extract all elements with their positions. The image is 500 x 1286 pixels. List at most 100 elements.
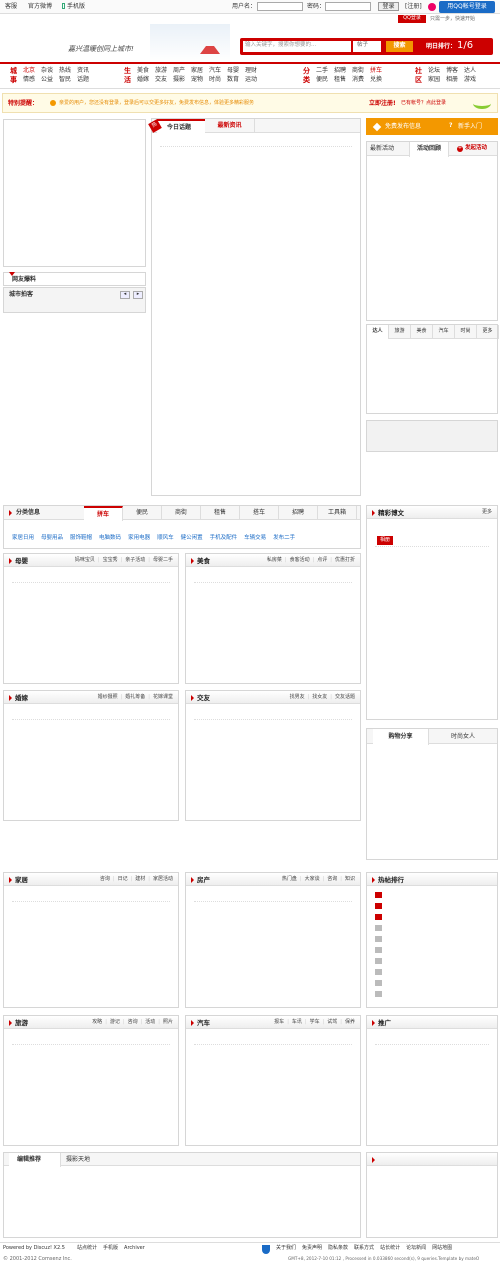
- nav-item[interactable]: 交友: [155, 77, 167, 83]
- panel-link[interactable]: 建材: [135, 876, 145, 882]
- qq-login-button[interactable]: 用QQ帐号登录: [439, 1, 495, 13]
- panel-link[interactable]: 咨询: [327, 876, 337, 882]
- panel-link[interactable]: 游记: [110, 1019, 120, 1025]
- panel-link[interactable]: 妈咪宝贝: [75, 557, 95, 563]
- panel-link[interactable]: 私房菜: [267, 557, 282, 563]
- nav-item[interactable]: 宠物: [191, 77, 203, 83]
- tab-activity-review[interactable]: 活动回顾: [409, 142, 449, 157]
- panel-link[interactable]: 攻略: [92, 1019, 102, 1025]
- search-input[interactable]: 输入关键字，搜索你想要的...: [243, 41, 351, 52]
- register-link[interactable]: [注册]: [405, 4, 422, 10]
- footer-link[interactable]: 论坛新闻: [406, 1245, 426, 1251]
- nav-item[interactable]: 理财: [245, 68, 257, 74]
- nav-item[interactable]: 杂谈: [41, 68, 53, 74]
- nav-item[interactable]: 婚嫁: [137, 77, 149, 83]
- people-tab[interactable]: 达人: [367, 325, 389, 339]
- panel-link[interactable]: 点评: [317, 557, 327, 563]
- panel-link[interactable]: 找男友: [290, 694, 305, 700]
- topbar-link-weibo[interactable]: 官方微博: [28, 4, 52, 10]
- start-activity-link[interactable]: 发起活动: [465, 145, 487, 152]
- panel-link[interactable]: 学车: [310, 1019, 320, 1025]
- panel-link[interactable]: 报车: [274, 1019, 284, 1025]
- qq-badge[interactable]: QQ登录: [398, 15, 426, 23]
- classify-category[interactable]: 发布二手: [273, 535, 295, 541]
- classify-category[interactable]: 母婴用品: [41, 535, 63, 541]
- publish-button[interactable]: 免费发布信息 ? 新手入门: [366, 118, 498, 135]
- panel-link[interactable]: 亲子活动: [125, 557, 145, 563]
- password-input[interactable]: [325, 2, 371, 11]
- nav-item[interactable]: 拼车: [370, 68, 382, 74]
- newbie-label[interactable]: 新手入门: [458, 124, 482, 130]
- jingcai-tag[interactable]: 相册: [377, 536, 394, 545]
- tab-editor-recommend[interactable]: 编辑推荐: [9, 1153, 61, 1167]
- nav-item[interactable]: 美食: [137, 68, 149, 74]
- login-button[interactable]: 登录: [378, 2, 399, 11]
- classify-category[interactable]: 家用电器: [128, 535, 150, 541]
- panel-link[interactable]: 日记: [118, 876, 128, 882]
- nav-item[interactable]: 二手: [316, 68, 328, 74]
- people-tab[interactable]: 旅游: [389, 325, 411, 339]
- classify-tab[interactable]: 商街: [162, 506, 201, 520]
- footer-link[interactable]: 隐私条款: [328, 1245, 348, 1251]
- classify-category[interactable]: 服饰鞋帽: [70, 535, 92, 541]
- nav-item[interactable]: 游戏: [464, 77, 476, 83]
- classify-category[interactable]: 健公闲置: [181, 535, 203, 541]
- nav-item[interactable]: 家居: [191, 68, 203, 74]
- nav-item[interactable]: 北京: [23, 68, 35, 74]
- footer-link[interactable]: 关于我们: [276, 1245, 296, 1251]
- login-link[interactable]: 已有帐号？点此登录: [401, 101, 446, 106]
- people-tab[interactable]: 美食: [411, 325, 433, 339]
- nav-item[interactable]: 家园: [428, 77, 440, 83]
- classify-category[interactable]: 电脑数码: [99, 535, 121, 541]
- jingcai-more-link[interactable]: 更多: [482, 510, 492, 515]
- topbar-link-service[interactable]: 客服: [5, 4, 17, 10]
- footer-link[interactable]: 免责声明: [302, 1245, 322, 1251]
- footer-link[interactable]: Archiver: [124, 1245, 145, 1251]
- panel-link[interactable]: 食客活动: [290, 557, 310, 563]
- search-type-select[interactable]: 帖子: [353, 41, 381, 52]
- panel-link[interactable]: 活动: [145, 1019, 155, 1025]
- classify-tab[interactable]: 工具箱: [318, 506, 357, 520]
- classify-tab[interactable]: 租售: [201, 506, 240, 520]
- classify-category[interactable]: 顺风车: [157, 535, 174, 541]
- username-input[interactable]: [257, 2, 303, 11]
- prev-arrow-icon[interactable]: ◂: [120, 291, 130, 299]
- panel-link[interactable]: 母婴二手: [153, 557, 173, 563]
- panel-link[interactable]: 大家谈: [305, 876, 320, 882]
- classify-tab[interactable]: 搭车: [240, 506, 279, 520]
- people-tab[interactable]: 时尚: [455, 325, 477, 339]
- nav-item[interactable]: 商街: [352, 68, 364, 74]
- nav-item[interactable]: 资讯: [77, 68, 89, 74]
- panel-link[interactable]: 交友话题: [335, 694, 355, 700]
- nav-item[interactable]: 智民: [59, 77, 71, 83]
- classify-tab[interactable]: 招聘: [279, 506, 318, 520]
- tab-photography[interactable]: 摄影天地: [66, 1157, 90, 1163]
- topbar-link-mobile[interactable]: 手机版: [67, 4, 85, 10]
- register-now-link[interactable]: 立即注册!: [369, 101, 396, 107]
- nav-item[interactable]: 博客: [446, 68, 458, 74]
- panel-link[interactable]: 宝宝秀: [103, 557, 118, 563]
- nav-item[interactable]: 达人: [464, 68, 476, 74]
- panel-link[interactable]: 咨询: [128, 1019, 138, 1025]
- nav-item[interactable]: 运动: [245, 77, 257, 83]
- nav-item[interactable]: 租售: [334, 77, 346, 83]
- left-image-box[interactable]: [3, 119, 146, 267]
- footer-link[interactable]: 站点统计: [77, 1245, 97, 1251]
- panel-link[interactable]: 婚礼筹备: [125, 694, 145, 700]
- people-tab[interactable]: 汽车: [433, 325, 455, 339]
- panel-link[interactable]: 家居活动: [153, 876, 173, 882]
- panel-link[interactable]: 优惠打折: [335, 557, 355, 563]
- panel-link[interactable]: 找女友: [312, 694, 327, 700]
- nav-item[interactable]: 热线: [59, 68, 71, 74]
- footer-link[interactable]: 网站地图: [432, 1245, 452, 1251]
- classify-category[interactable]: 家居日用: [12, 535, 34, 541]
- tab-latest-activity[interactable]: 最新活动: [370, 146, 394, 152]
- nav-item[interactable]: 汽车: [209, 68, 221, 74]
- panel-link[interactable]: 咨询: [100, 876, 110, 882]
- classify-tab[interactable]: 便民: [123, 506, 162, 520]
- nav-item[interactable]: 时尚: [209, 77, 221, 83]
- right-ad-box[interactable]: [366, 420, 498, 452]
- nav-item[interactable]: 摄影: [173, 77, 185, 83]
- footer-link[interactable]: 手机版: [103, 1245, 118, 1251]
- panel-link[interactable]: 保养: [345, 1019, 355, 1025]
